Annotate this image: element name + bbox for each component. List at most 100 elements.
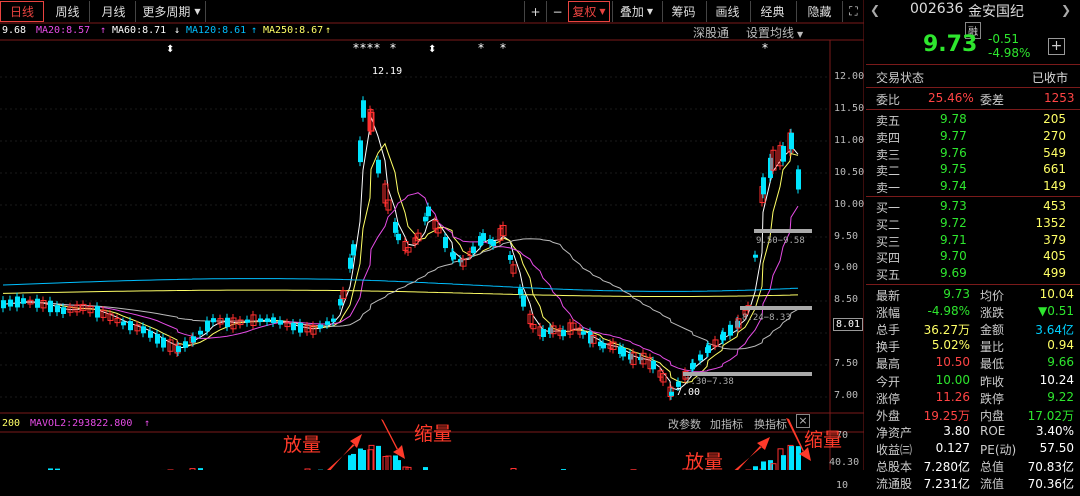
- ask-row[interactable]: 卖二 9.75 661: [866, 162, 1080, 179]
- stat-row: 换手 5.02% 量比 0.94: [866, 338, 1080, 355]
- ask-row[interactable]: 卖四 9.77 270: [866, 129, 1080, 146]
- price-box: [754, 229, 812, 233]
- stat-row: 流通股 7.231亿 流值 70.36亿: [866, 475, 1080, 492]
- level-label: 买一: [876, 201, 901, 215]
- level-price: 9.70: [940, 249, 967, 264]
- stat-value: 11.26: [935, 389, 970, 404]
- box3-label: 7.30−7.38: [685, 377, 734, 387]
- candle: [451, 252, 456, 260]
- vol-tick: 40.30: [829, 457, 860, 468]
- stat-row: 总股本 7.280亿 总值 70.83亿: [866, 458, 1080, 475]
- volume-bar: [761, 461, 766, 470]
- stat-label: 量比: [980, 340, 1005, 355]
- stat-row: 最高 10.50 最低 9.66: [866, 355, 1080, 372]
- stat-label: 金额: [980, 323, 1005, 338]
- bid-row[interactable]: 买五 9.69 499: [866, 266, 1080, 283]
- stat-label: 总股本: [876, 460, 913, 474]
- weicha-label: 委差: [980, 93, 1005, 107]
- volume-bar: [561, 469, 566, 470]
- stat-value: 5.02%: [931, 338, 970, 353]
- bid-row[interactable]: 买四 9.70 405: [866, 249, 1080, 266]
- stat-value: 70.36亿: [1027, 477, 1074, 492]
- candle: [706, 345, 711, 353]
- candle: [621, 347, 626, 357]
- candlestick-chart[interactable]: * * * * * * * *⬍ ⬍: [0, 0, 864, 470]
- candle: [761, 177, 766, 195]
- level-label: 买三: [876, 234, 901, 249]
- candle: [245, 319, 250, 323]
- stat-row: 涨停 11.26 跌停 9.22: [866, 390, 1080, 407]
- level-label: 卖二: [876, 164, 901, 179]
- bid-row[interactable]: 买二 9.72 1352: [866, 216, 1080, 233]
- candle: [15, 296, 20, 308]
- stat-label: 外盘: [876, 408, 901, 423]
- bid-row[interactable]: 买三 9.71 379: [866, 233, 1080, 250]
- candle: [141, 326, 146, 334]
- ask-row[interactable]: 卖一 9.74 149: [866, 179, 1080, 196]
- add-watchlist-button[interactable]: +: [1048, 38, 1065, 55]
- stat-value: 70.83亿: [1027, 460, 1074, 474]
- candle: [789, 132, 794, 150]
- candle: [361, 100, 366, 118]
- candle: [471, 246, 476, 254]
- callout-suoliang: 缩量: [414, 423, 453, 445]
- candle: [651, 360, 656, 370]
- stat-value: 0.127: [935, 440, 970, 455]
- price-axis-label: 12.00: [834, 71, 865, 82]
- stat-value: 10.04: [1039, 287, 1074, 301]
- stat-row: 净资产 3.80 ROE 3.40%: [866, 424, 1080, 441]
- candle: [205, 320, 210, 332]
- level-label: 卖五: [876, 114, 901, 128]
- candle: [155, 333, 160, 344]
- signal-star: *: [390, 41, 396, 55]
- candle: [225, 317, 230, 328]
- current-price-tag: 8.01: [833, 318, 864, 331]
- volume-bar: [789, 446, 794, 470]
- candle: [423, 216, 428, 222]
- ma-line: [2, 278, 799, 292]
- candle: [61, 307, 66, 314]
- stat-label: PE(动): [980, 442, 1017, 457]
- mavol-label: MAVOL2:293822.800: [30, 418, 133, 429]
- candle: [521, 295, 526, 307]
- low-annotation: 7.00: [676, 387, 700, 398]
- add-indicator-link[interactable]: 加指标: [710, 416, 743, 432]
- back-icon[interactable]: ❮: [870, 3, 880, 17]
- stat-label: 最低: [980, 357, 1005, 372]
- stat-label: 最新: [876, 289, 901, 303]
- candle: [318, 324, 323, 329]
- price-axis-label: 9.50: [834, 231, 859, 242]
- candle: [348, 257, 353, 269]
- stat-label: 昨收: [980, 374, 1005, 389]
- candle: [55, 305, 60, 313]
- volume-bar: [198, 468, 203, 470]
- price-axis-label: 10.50: [834, 167, 865, 178]
- high-value: 12.19: [372, 66, 403, 77]
- stat-label: 净资产: [876, 425, 913, 440]
- ask-row[interactable]: 卖五 9.78 205: [866, 112, 1080, 129]
- box2-label: 8.24−8.33: [742, 313, 791, 323]
- candle: [191, 336, 196, 343]
- stat-value: 10.50: [935, 355, 970, 370]
- level-label: 卖四: [876, 130, 901, 145]
- candle: [753, 254, 758, 258]
- stat-label: 总值: [980, 460, 1005, 474]
- stat-value: 57.50: [1039, 440, 1074, 455]
- stat-label: 涨幅: [876, 306, 901, 321]
- candle: [121, 321, 126, 326]
- level-price: 9.72: [940, 215, 967, 230]
- forward-icon[interactable]: ❯: [1061, 3, 1071, 17]
- bid-row[interactable]: 买一 9.73 453: [866, 199, 1080, 216]
- switch-indicator-link[interactable]: 换指标: [754, 416, 787, 432]
- stat-label: 涨停: [876, 391, 901, 406]
- stat-value: 9.73: [943, 287, 970, 301]
- ask-row[interactable]: 卖三 9.76 549: [866, 146, 1080, 163]
- level-price: 9.71: [940, 232, 967, 247]
- volume-bar: [376, 445, 381, 470]
- change-param-link[interactable]: 改参数: [668, 416, 701, 432]
- candle: [561, 329, 566, 337]
- box1-label: 9.50−9.58: [756, 236, 805, 246]
- price-axis-label: 7.00: [834, 390, 859, 401]
- candle: [331, 318, 336, 322]
- candle: [393, 221, 398, 233]
